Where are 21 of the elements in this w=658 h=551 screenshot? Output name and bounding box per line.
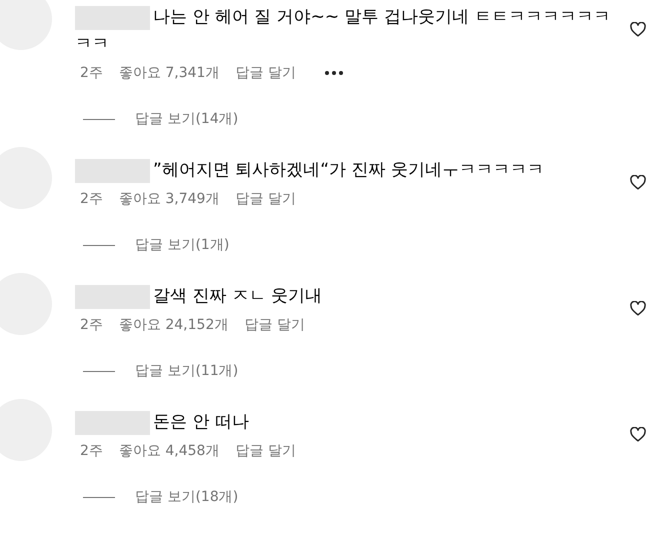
view-replies-link[interactable]: 답글 보기(18개): [135, 488, 238, 506]
comment-time: 2주: [80, 442, 103, 460]
view-replies-link[interactable]: 답글 보기(11개): [135, 362, 238, 380]
reply-button[interactable]: 답글 달기: [235, 190, 296, 208]
heart-icon[interactable]: [630, 427, 646, 442]
heart-icon[interactable]: [630, 175, 646, 190]
likes-count[interactable]: 좋아요 24,152개: [118, 316, 228, 334]
view-replies-link[interactable]: 답글 보기(1개): [135, 236, 230, 254]
likes-count[interactable]: 좋아요 4,458개: [118, 442, 220, 460]
likes-count[interactable]: 좋아요 3,749개: [118, 190, 220, 208]
reply-button[interactable]: 답글 달기: [235, 64, 296, 82]
heart-icon[interactable]: [630, 301, 646, 316]
likes-count[interactable]: 좋아요 7,341개: [118, 64, 220, 82]
reply-button[interactable]: 답글 달기: [244, 316, 305, 334]
view-replies-link[interactable]: 답글 보기(14개): [135, 110, 238, 128]
comment-time: 2주: [80, 316, 103, 334]
comment-time: 2주: [80, 190, 103, 208]
reply-button[interactable]: 답글 달기: [235, 442, 296, 460]
more-icon[interactable]: [324, 70, 344, 76]
heart-icon[interactable]: [630, 22, 646, 37]
comment-time: 2주: [80, 64, 103, 82]
